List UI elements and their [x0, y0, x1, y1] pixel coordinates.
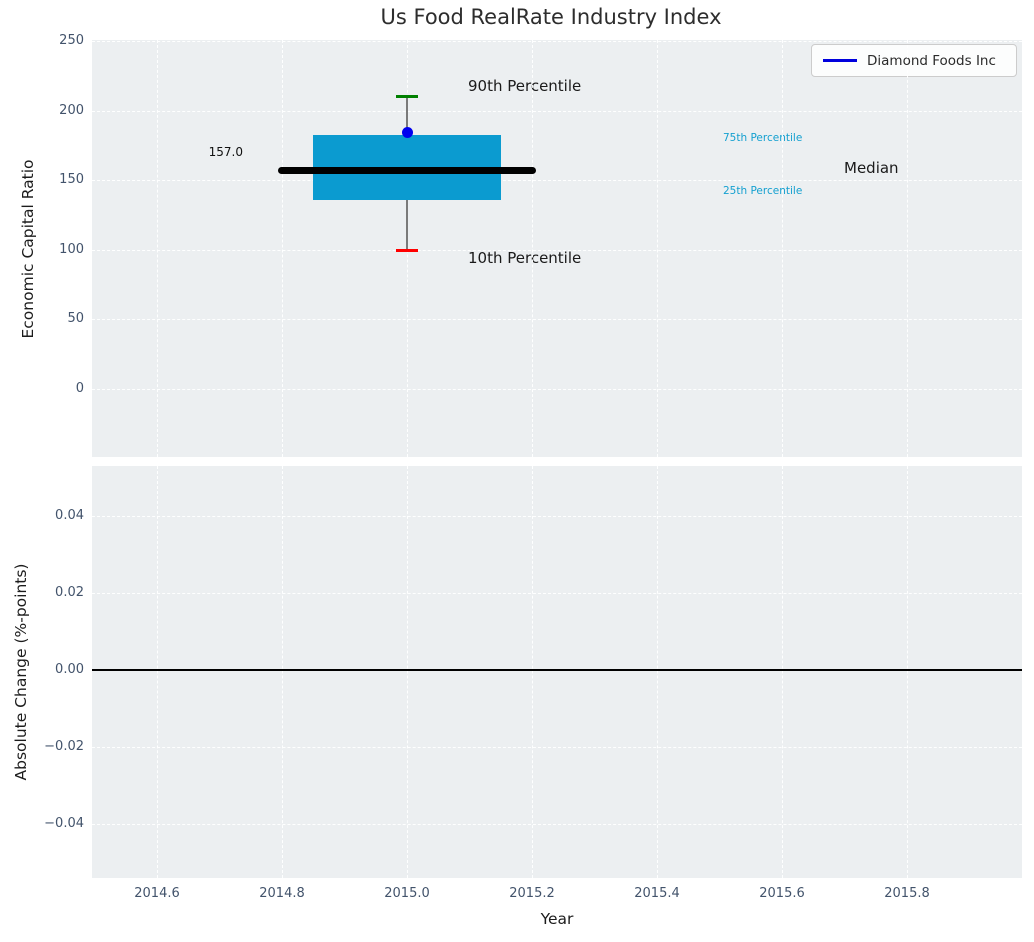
v-gridline [782, 466, 783, 878]
median-value-label: 157.0 [208, 145, 243, 159]
v-gridline [282, 40, 283, 457]
x-tick-label: 2015.8 [884, 886, 930, 901]
v-gridline [782, 40, 783, 457]
x-tick-label: 2014.6 [134, 886, 180, 901]
v-gridline [907, 40, 908, 457]
v-gridline [282, 466, 283, 878]
whisker-cap-10 [396, 248, 418, 252]
bottom-axes: 2014.6 2014.8 2015.0 2015.2 2015.4 2015.6 2015… [44, 466, 1022, 901]
y-tick-label: 0.00 [55, 662, 84, 677]
annotation-10th-percentile: 10th Percentile [468, 249, 582, 267]
h-gridline [92, 747, 1022, 748]
y-tick-label: 0.02 [55, 585, 84, 600]
chart-title: Us Food RealRate Industry Index [380, 5, 722, 29]
x-tick-label: 2015.2 [509, 886, 555, 901]
h-gridline [92, 41, 1022, 42]
h-gridline [92, 824, 1022, 825]
annotation-25th-percentile: 25th Percentile [723, 185, 803, 197]
v-gridline [657, 40, 658, 457]
y-tick-label: −0.04 [44, 816, 84, 831]
legend-label: Diamond Foods Inc [867, 52, 996, 69]
figure: Us Food RealRate Industry Index 90th Per… [0, 0, 1034, 942]
v-gridline [407, 466, 408, 878]
whisker-cap-90 [396, 95, 418, 99]
annotation-median: Median [844, 159, 899, 177]
median-line [278, 166, 536, 174]
legend: Diamond Foods Inc [811, 44, 1017, 77]
company-marker [401, 127, 413, 139]
annotation-90th-percentile: 90th Percentile [468, 77, 582, 95]
top-axes: 90th Percentile 10th Percentile 75th Per… [59, 33, 1022, 457]
x-tick-label: 2015.4 [634, 886, 680, 901]
v-gridline [907, 466, 908, 878]
y-tick-label: 250 [59, 33, 84, 48]
y-tick-label: 200 [59, 102, 84, 118]
legend-line-icon [823, 59, 857, 62]
v-gridline [532, 466, 533, 878]
x-axis-label: Year [540, 910, 574, 928]
y-axis-label-top: Economic Capital Ratio [19, 159, 37, 339]
h-gridline [92, 516, 1022, 517]
v-gridline [657, 466, 658, 878]
h-gridline [92, 593, 1022, 594]
h-gridline [92, 319, 1022, 321]
y-axis-label-bottom: Absolute Change (%-points) [12, 563, 30, 781]
h-gridline [92, 180, 1022, 182]
v-gridline [157, 40, 158, 457]
y-tick-label: 0.04 [55, 508, 84, 523]
x-tick-label: 2015.6 [759, 886, 805, 901]
h-gridline [92, 110, 1022, 112]
annotation-75th-percentile: 75th Percentile [723, 132, 803, 144]
h-gridline [92, 249, 1022, 251]
y-tick-label: −0.02 [44, 739, 84, 754]
x-tick-label: 2015.0 [384, 886, 430, 901]
zero-line [92, 669, 1022, 671]
v-gridline [532, 40, 533, 457]
v-gridline [157, 466, 158, 878]
y-tick-label: 0 [75, 381, 84, 396]
h-gridline [92, 389, 1022, 390]
x-tick-label: 2014.8 [259, 886, 305, 901]
